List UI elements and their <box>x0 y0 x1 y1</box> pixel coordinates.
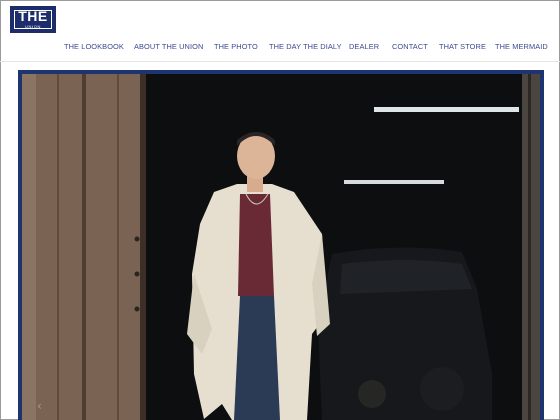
nav-item-mermaid[interactable]: THE MERMAID <box>495 41 548 53</box>
nav-item-day-dialy[interactable]: THE DAY THE DIALY <box>269 41 342 53</box>
chevron-left-icon[interactable]: ‹ <box>37 399 45 413</box>
nav-item-store[interactable]: THAT STORE <box>439 41 486 53</box>
site-logo[interactable]: THE UNION <box>10 6 56 33</box>
site-header: THE UNION THE LOOKBOOK ABOUT THE UNION T… <box>0 0 560 60</box>
hero-photo <box>22 74 540 420</box>
header-divider <box>0 61 560 62</box>
nav-item-contact[interactable]: CONTACT <box>392 41 428 53</box>
logo-subtext: UNION <box>25 24 41 29</box>
logo-text: THE <box>18 8 48 24</box>
nav-item-dealer[interactable]: DEALER <box>349 41 379 53</box>
hero-slider[interactable]: ‹ <box>18 70 544 420</box>
nav-item-about[interactable]: ABOUT THE UNION <box>134 41 203 53</box>
nav-item-photo[interactable]: THE PHOTO <box>214 41 258 53</box>
nav-item-lookbook[interactable]: THE LOOKBOOK <box>64 41 124 53</box>
main-nav: THE LOOKBOOK ABOUT THE UNION THE PHOTO T… <box>0 41 560 55</box>
